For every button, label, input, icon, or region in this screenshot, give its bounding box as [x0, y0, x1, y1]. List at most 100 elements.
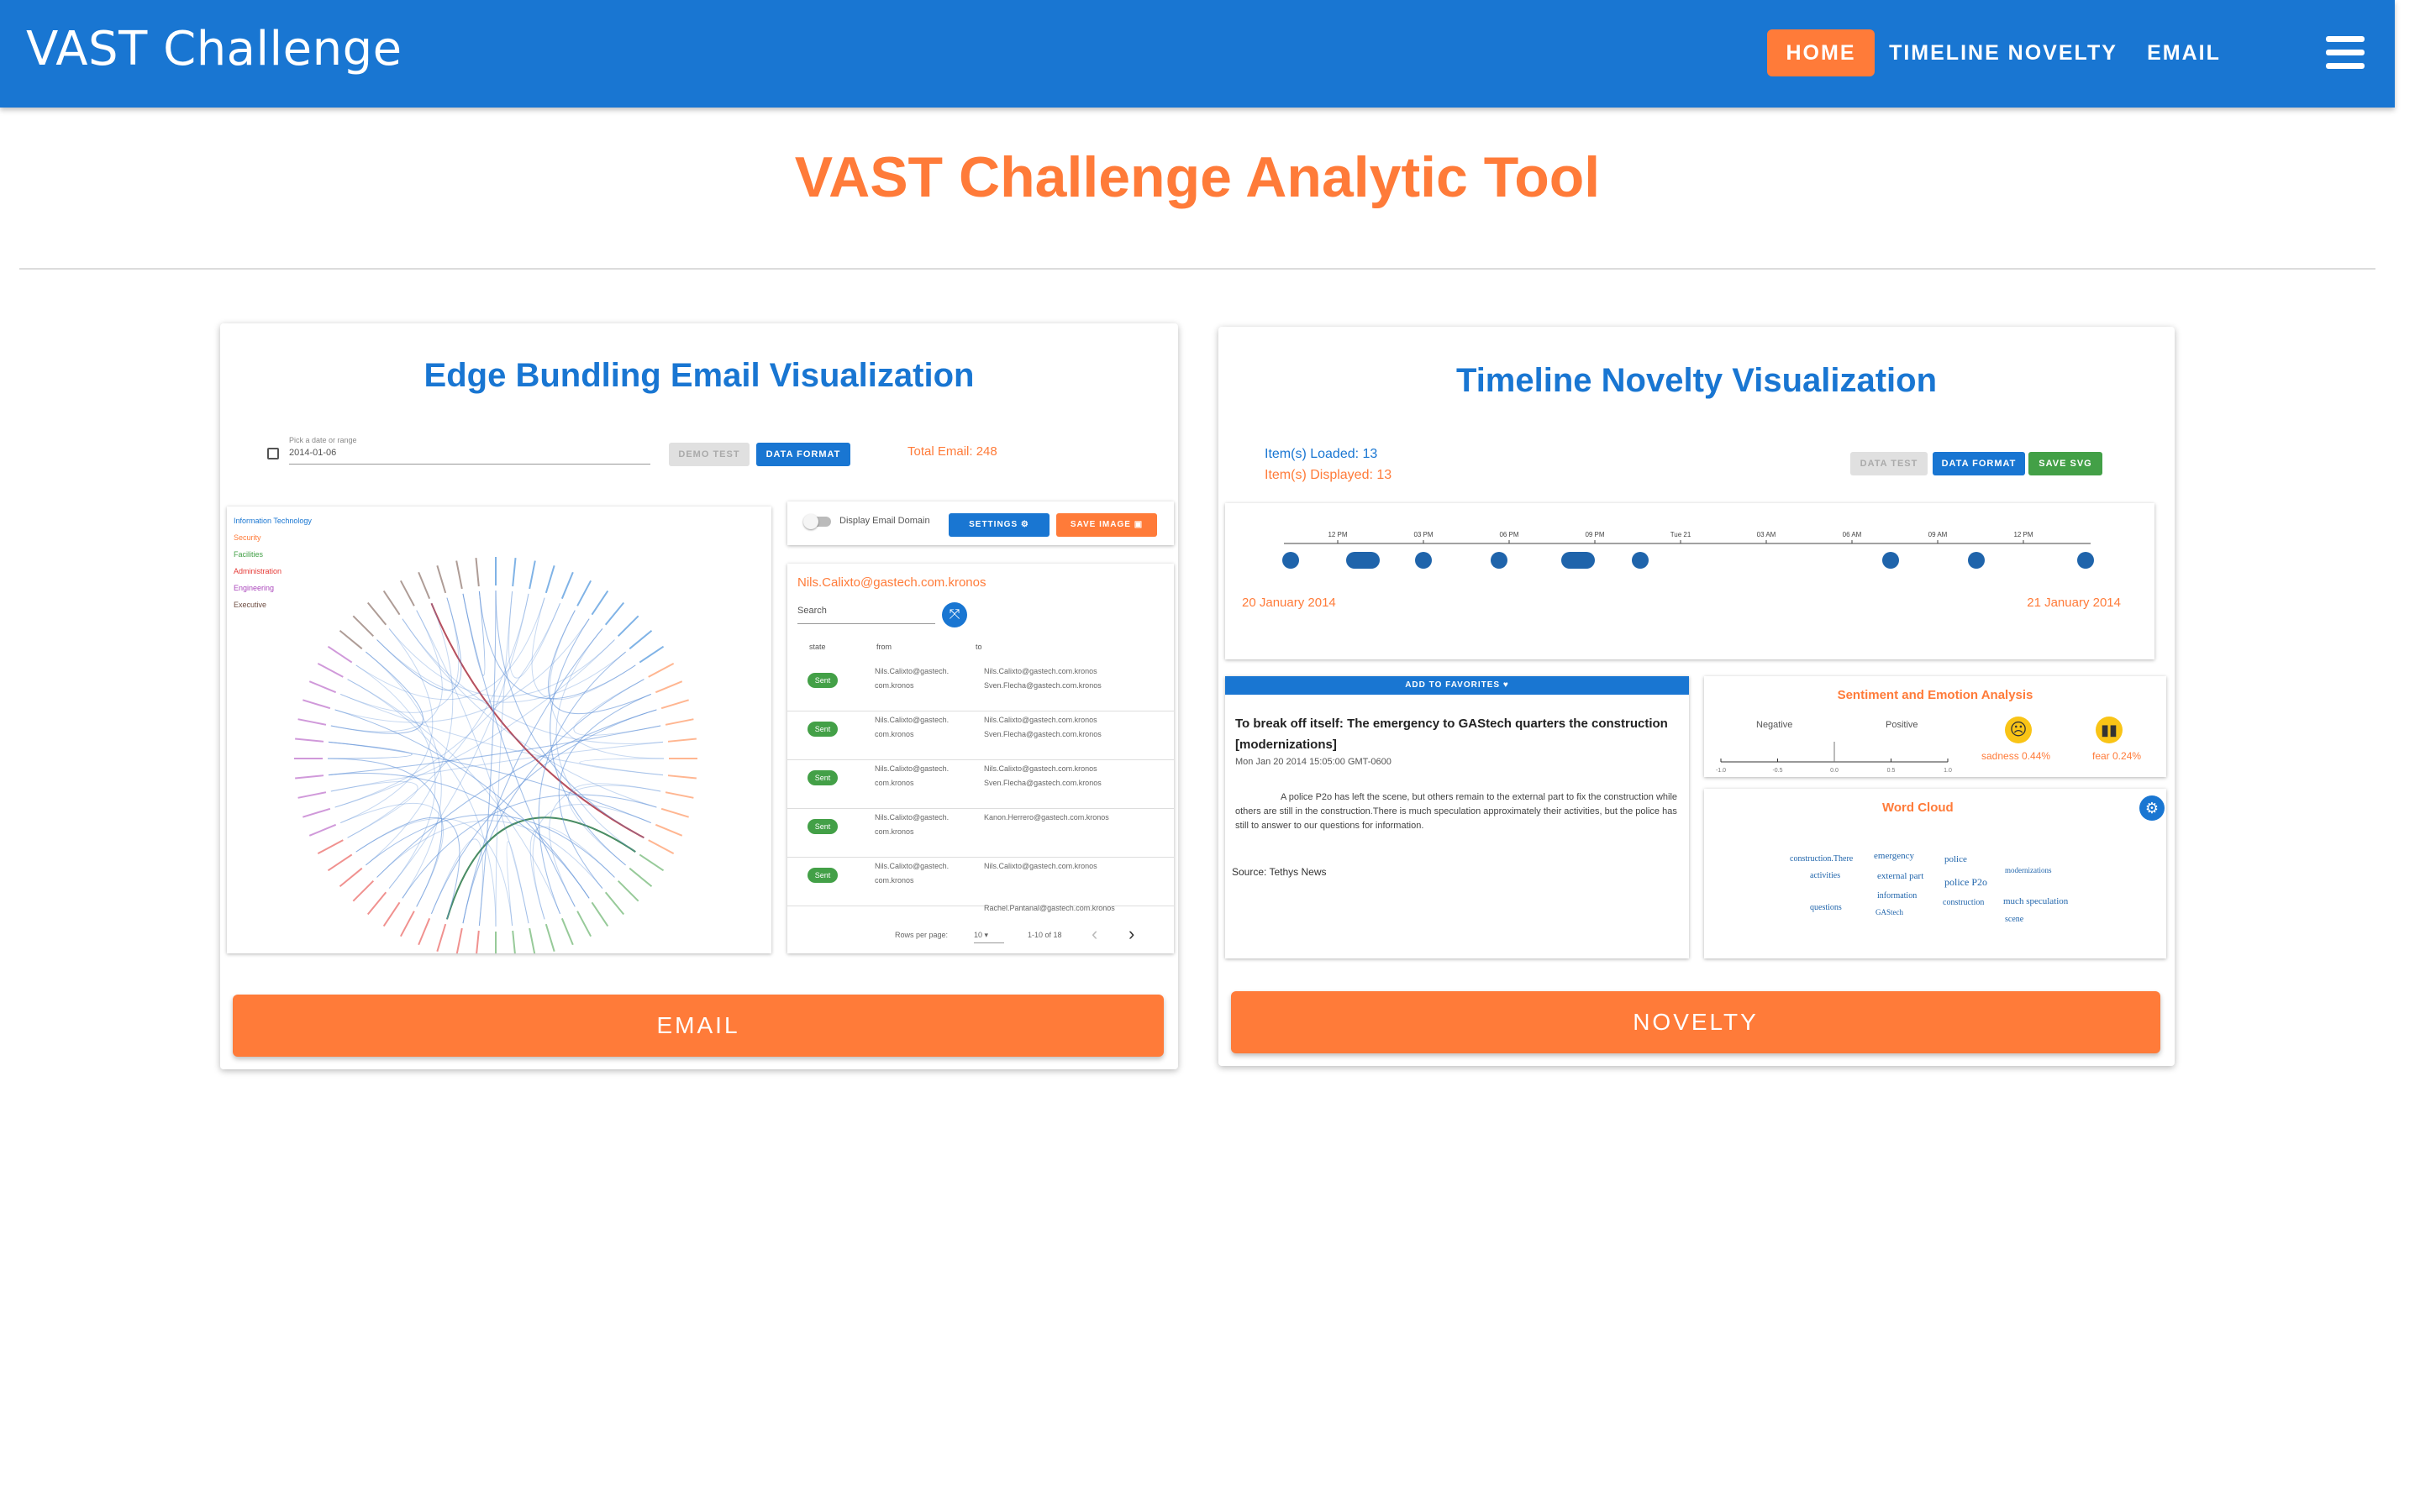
table-row[interactable]: Sent Nils.Calixto@gastech. com.kronos Nils.… [787, 851, 1174, 906]
timeline-end-date: 21 January 2014 [2027, 596, 2121, 610]
gear-icon: ⚙ [1020, 520, 1029, 529]
table-row[interactable]: Sent Nils.Calixto@gastech. com.kronos Nils.… [787, 753, 1174, 809]
nav-timeline-novelty-button[interactable]: TIMELINE NOVELTY [1886, 29, 2121, 76]
node-label-mark [544, 565, 555, 594]
timeline-event[interactable] [1561, 552, 1595, 569]
timeline-tick-label: 12 PM [1328, 531, 1347, 538]
email-edge [531, 597, 636, 701]
node-label-mark [604, 891, 625, 916]
timeline-event[interactable] [1632, 552, 1649, 569]
timeline-event[interactable] [1968, 552, 1985, 569]
email-edge [550, 618, 626, 866]
timeline-event[interactable] [1346, 552, 1380, 569]
display-domain-label: Display Email Domain [839, 516, 930, 526]
email-edge [446, 816, 636, 920]
email-edge [431, 838, 483, 927]
word-cloud-word: questions [1810, 903, 1842, 912]
save-image-button[interactable]: SAVE IMAGE ▣ [1056, 513, 1157, 537]
timeline-chart: 12 PM 03 PM 06 PM 09 PM Tue 21 03 AM 06 AM 09 A… [1282, 531, 2094, 569]
email-edge [430, 602, 644, 839]
email-edge [573, 679, 661, 736]
node-label-mark [327, 645, 353, 664]
row-to-line: Nils.Calixto@gastech.com.kronos [984, 667, 1097, 675]
timeline-panel: 12 PM 03 PM 06 PM 09 PM Tue 21 03 AM 06 AM 09 A… [1225, 503, 2154, 659]
node-label-mark [339, 867, 363, 888]
row-from-line: com.kronos [875, 779, 914, 787]
timeline-tick-label: 06 AM [1843, 531, 1862, 538]
node-label-mark [476, 930, 480, 953]
novelty-data-format-button[interactable]: DATA FORMAT [1933, 452, 2025, 475]
data-format-button[interactable]: DATA FORMAT [756, 443, 850, 466]
timeline-tick-label: 12 PM [2013, 531, 2033, 538]
novelty-preview: Item(s) Loaded: 13 Item(s) Displayed: 13… [1218, 428, 2175, 982]
add-favorites-button[interactable]: ADD TO FAVORITES ♥ [1225, 676, 1689, 695]
timeline-event[interactable] [1882, 552, 1899, 569]
menu-icon[interactable] [2326, 34, 2365, 71]
next-page-icon[interactable]: › [1128, 923, 1134, 945]
email-preview: Pick a date or range 2014-01-06 DEMO TES… [220, 433, 1178, 970]
word-cloud-word: activities [1810, 871, 1841, 880]
domain-toggle[interactable] [803, 514, 831, 529]
sent-chip: Sent [808, 770, 838, 785]
email-edge [355, 664, 436, 889]
rows-per-page-select[interactable]: 10 ▾ [974, 928, 1004, 943]
node-label-mark [352, 879, 375, 902]
email-edge [538, 651, 626, 914]
date-picker-input[interactable]: 2014-01-06 [289, 448, 650, 465]
word-cloud-word: construction.There [1790, 854, 1854, 864]
novelty-button[interactable]: NOVELTY [1231, 991, 2160, 1053]
timeline-tick-label: 03 AM [1757, 531, 1776, 538]
nav-home-button[interactable]: HOME [1767, 29, 1875, 76]
search-input[interactable]: Search [797, 606, 935, 624]
email-edge [376, 820, 603, 889]
email-edge [579, 758, 665, 776]
total-email: Total Email: 248 [908, 444, 997, 459]
word-cloud-word: police P2o [1944, 876, 1987, 888]
node-label-mark [382, 901, 401, 927]
app-bar: VAST Challenge HOME TIMELINE NOVELTY EMA… [0, 0, 2395, 108]
timeline-event[interactable] [2077, 552, 2094, 569]
nav-email-button[interactable]: EMAIL [2138, 29, 2230, 76]
timeline-tick-label: 09 AM [1928, 531, 1948, 538]
sent-chip: Sent [808, 673, 838, 688]
row-from: Nils.Calixto@gastech. com.kronos [875, 664, 949, 693]
timeline-event[interactable] [1415, 552, 1432, 569]
word-cloud-word: emergency [1874, 851, 1915, 861]
expand-icon[interactable]: ⤧ [942, 602, 967, 627]
email-edge [506, 841, 529, 927]
table-row[interactable]: Sent Nils.Calixto@gastech. com.kronos Nils.… [787, 656, 1174, 711]
novelty-card: Timeline Novelty Visualization Item(s) L… [1218, 327, 2175, 1066]
email-edge [462, 679, 644, 924]
row-to: Nils.Calixto@gastech.com.kronos Sven.Flec… [984, 762, 1102, 790]
settings-button[interactable]: SETTINGS ⚙ [949, 513, 1050, 537]
email-edge [508, 591, 560, 679]
email-button[interactable]: EMAIL [233, 995, 1164, 1057]
timeline-event[interactable] [1282, 552, 1299, 569]
row-to: Nils.Calixto@gastech.com.kronos Sven.Flec… [984, 713, 1102, 742]
email-edge [334, 709, 590, 899]
sad-face-icon: ☹ [2005, 717, 2032, 743]
table-row[interactable]: Sent Nils.Calixto@gastech. com.kronos Kanon… [787, 802, 1174, 858]
timeline-tick-label: 03 PM [1413, 531, 1433, 538]
table-row[interactable]: Sent Nils.Calixto@gastech. com.kronos Nils.… [787, 705, 1174, 760]
email-edge [547, 610, 651, 714]
node-label-mark [617, 615, 639, 638]
node-label-mark [455, 927, 463, 953]
email-edge [376, 597, 462, 691]
data-test-button[interactable]: DATA TEST [1850, 452, 1928, 475]
timeline-event[interactable] [1491, 552, 1507, 569]
word-cloud-word: police [1944, 854, 1967, 864]
demo-test-button[interactable]: DEMO TEST [669, 443, 750, 466]
column-from: from [876, 643, 892, 651]
app-title[interactable]: VAST Challenge [26, 22, 402, 76]
page-title: VAST Challenge Analytic Tool [794, 145, 1601, 209]
email-edge [355, 816, 460, 920]
node-label-mark [436, 923, 447, 952]
save-svg-button[interactable]: SAVE SVG [2028, 452, 2102, 475]
add-favorites-label: ADD TO FAVORITES [1405, 680, 1501, 690]
email-edge [495, 590, 644, 838]
prev-page-icon[interactable]: ‹ [1092, 923, 1097, 945]
email-edge [445, 816, 636, 920]
row-to-line: Sven.Flecha@gastech.com.kronos [984, 681, 1102, 690]
node-label-mark [648, 662, 675, 678]
